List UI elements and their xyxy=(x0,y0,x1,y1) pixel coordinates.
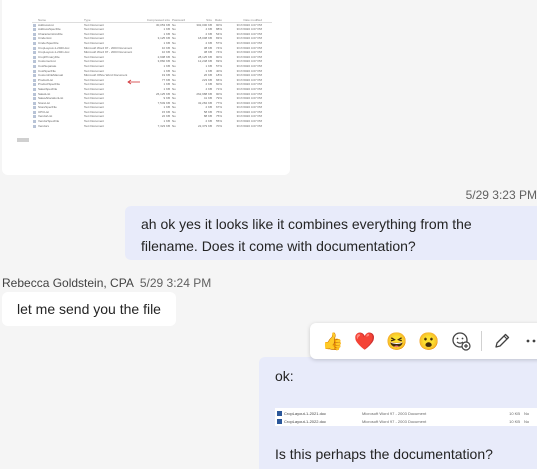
message-text: ok: xyxy=(275,368,294,384)
file-listing-cell: Text Document xyxy=(84,123,105,128)
image-attachment[interactable]: Name Type Compressed size Password Size … xyxy=(2,0,290,175)
file-listing-row: Vendors Text Document 7,323 KB No 22,379 KB 7… xyxy=(32,124,272,129)
column-name: Name xyxy=(38,18,47,22)
column-ratio: Ratio xyxy=(214,18,222,22)
word-doc-icon xyxy=(277,410,282,416)
sender-header: Rebecca Goldstein, CPA 5/29 3:24 PM xyxy=(2,276,211,290)
word-doc-icon xyxy=(277,419,282,424)
surprised-icon[interactable]: 😮 xyxy=(413,326,445,356)
message-text: Is this perhaps the documentation? xyxy=(275,446,493,462)
smiley-plus-icon xyxy=(452,332,471,351)
file-name: CropLayout-1-2021.doc xyxy=(284,410,327,416)
my-message-bubble[interactable]: ah ok yes it looks like it combines ever… xyxy=(125,206,537,260)
file-listing-cell: 70% xyxy=(215,123,222,128)
message-timestamp: 5/29 3:23 PM xyxy=(465,188,537,202)
file-listing-cell: 3/17/2020 4:07 PM xyxy=(236,123,262,128)
message-text: let me send you the file xyxy=(17,301,161,317)
file-protected: No xyxy=(524,419,530,424)
heart-icon[interactable]: ❤️ xyxy=(349,326,381,356)
message-text: ah ok yes it looks like it combines ever… xyxy=(141,216,472,254)
pencil-icon xyxy=(495,333,510,348)
column-date-modified: Date modified xyxy=(243,18,262,22)
their-message-bubble[interactable]: let me send you the file xyxy=(2,292,176,326)
reaction-toolbar: 👍 ❤️ 😆 😮 xyxy=(310,323,537,359)
file-listing-cell: No xyxy=(172,123,176,128)
ellipsis-icon xyxy=(526,339,536,343)
file-row: CropLayout-1-2021.doc Microsoft Word 97 … xyxy=(275,410,537,417)
horizontal-scrollbar-thumb xyxy=(17,138,29,142)
column-type: Type xyxy=(84,18,91,22)
file-size: 10 KB xyxy=(509,419,520,424)
file-size: 10 KB xyxy=(509,410,520,416)
edit-icon[interactable] xyxy=(486,326,518,356)
sender-name: Rebecca Goldstein, CPA xyxy=(2,276,134,290)
file-type: Microsoft Word 97 - 2003 Document xyxy=(362,410,427,416)
like-icon[interactable]: 👍 xyxy=(317,326,349,356)
column-password: Password xyxy=(172,18,186,22)
file-listing-cell: Vendors xyxy=(32,124,84,129)
file-listing-cell: 22,379 KB xyxy=(197,123,212,128)
laugh-icon[interactable]: 😆 xyxy=(381,326,413,356)
file-protected: No xyxy=(524,410,530,416)
zip-file-listing: Name Type Compressed size Password Size … xyxy=(32,18,272,148)
inline-image-file-list[interactable]: CropLayout-1-2021.doc Microsoft Word 97 … xyxy=(275,408,537,426)
toolbar-divider xyxy=(481,331,482,351)
file-listing-cell: 7,323 KB xyxy=(157,123,170,128)
add-reaction-icon[interactable] xyxy=(445,326,477,356)
red-arrow-annotation-icon xyxy=(127,79,140,85)
more-options-icon[interactable] xyxy=(518,326,537,356)
file-row: CropLayout-1-2022.doc Microsoft Word 97 … xyxy=(275,418,537,425)
file-name: CropLayout-1-2022.doc xyxy=(284,419,327,424)
column-size: Size xyxy=(206,18,212,22)
sender-timestamp: 5/29 3:24 PM xyxy=(139,276,212,290)
my-message-bubble-with-image[interactable]: ok: CropLayout-1-2021.doc Microsoft Word… xyxy=(259,357,537,469)
column-compressed-size: Compressed size xyxy=(146,18,170,22)
file-type: Microsoft Word 97 - 2003 Document xyxy=(362,419,427,424)
